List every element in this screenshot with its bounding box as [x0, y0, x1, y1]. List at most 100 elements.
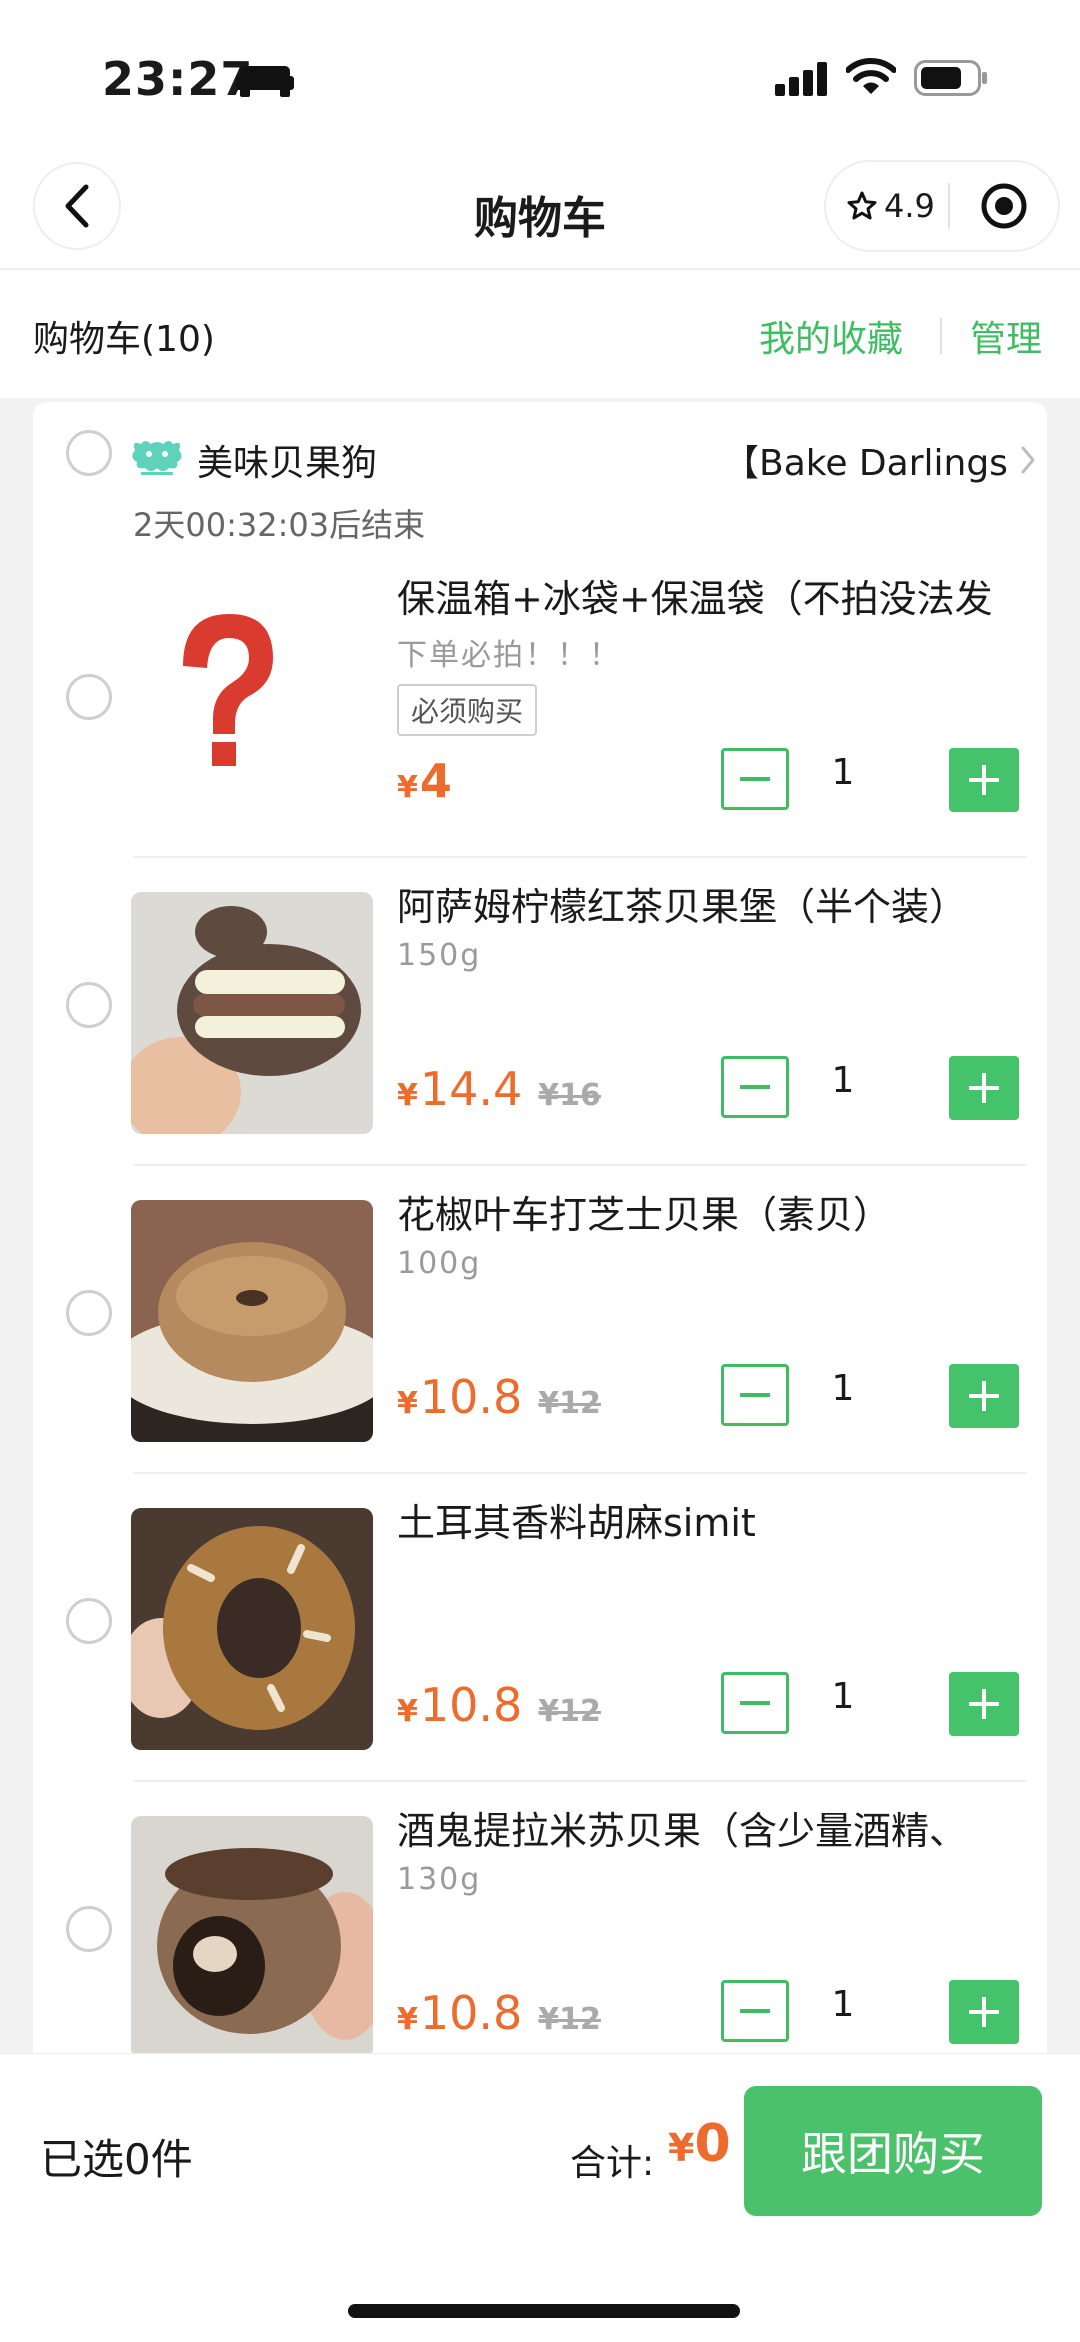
shop-logo [132, 441, 182, 475]
increase-button[interactable] [949, 1364, 1019, 1428]
currency-symbol: ¥ [397, 1694, 418, 1729]
item-checkbox[interactable] [66, 1906, 112, 1952]
quantity-value[interactable]: 1 [813, 752, 873, 793]
cart-item: 花椒叶车打芝士贝果（素贝） 100g ¥ 10.8 ¥12 1 [33, 1166, 1047, 1474]
price-value: 14.4 [419, 1062, 523, 1116]
checkout-bar: 已选0件 合计: ¥ 0 跟团购买 [0, 2053, 1080, 2342]
item-price: ¥ 10.8 ¥12 [397, 1370, 601, 1424]
bagel-plate-photo [131, 1200, 373, 1442]
item-title[interactable]: 保温箱+冰袋+保温袋（不拍没法发 [397, 568, 1047, 623]
selected-count: 已选0件 [40, 2135, 193, 2184]
minus-icon [740, 1085, 770, 1089]
total-label: 合计: [570, 2143, 655, 2184]
item-image[interactable] [131, 1816, 373, 2058]
original-price: ¥16 [538, 1078, 601, 1113]
wifi-icon [846, 58, 896, 94]
increase-button[interactable] [949, 748, 1019, 812]
rating-value: 4.9 [884, 187, 935, 225]
item-checkbox[interactable] [66, 982, 112, 1028]
item-image[interactable] [131, 892, 373, 1134]
currency-symbol: ¥ [397, 1386, 418, 1421]
minus-icon [740, 1393, 770, 1397]
nav-bar: 购物车 4.9 [0, 150, 1080, 270]
tiramisu-bagel-photo [131, 1816, 373, 2058]
quantity-value[interactable]: 1 [813, 1984, 873, 2025]
decrease-button[interactable] [721, 748, 789, 810]
price-value: 10.8 [419, 1986, 523, 2040]
decrease-button[interactable] [721, 1672, 789, 1734]
original-price: ¥12 [538, 1694, 601, 1729]
my-favorites-link[interactable]: 我的收藏 [759, 310, 903, 362]
increase-button[interactable] [949, 1980, 1019, 2044]
total-price: ¥ 0 [668, 2114, 731, 2174]
shop-link[interactable]: 【Bake Darlings [723, 434, 1036, 486]
item-checkbox[interactable] [66, 1290, 112, 1336]
shop-link-label: 【Bake Darlings [723, 443, 1008, 484]
chevron-right-icon [1021, 446, 1035, 474]
item-subtitle: 100g [397, 1246, 482, 1281]
total-value: 0 [694, 2114, 731, 2174]
cart-count-label: 购物车(10) [33, 319, 215, 360]
battery-icon [914, 60, 987, 96]
rating-button[interactable]: 4.9 [826, 162, 948, 250]
price-value: 4 [419, 754, 452, 808]
header-divider [940, 318, 942, 354]
currency-symbol: ¥ [668, 2126, 695, 2170]
item-title[interactable]: 阿萨姆柠檬红茶贝果堡（半个装） [397, 876, 1047, 931]
increase-button[interactable] [949, 1056, 1019, 1120]
item-image[interactable] [131, 1508, 373, 1750]
quantity-value[interactable]: 1 [813, 1060, 873, 1101]
decrease-button[interactable] [721, 1056, 789, 1118]
signal-icon [775, 62, 827, 96]
close-mini-program-button[interactable] [950, 162, 1058, 250]
plus-icon [969, 765, 999, 795]
price-value: 10.8 [419, 1678, 523, 1732]
simit-photo [131, 1508, 373, 1750]
price-value: 10.8 [419, 1370, 523, 1424]
decrease-button[interactable] [721, 1980, 789, 2042]
group-buy-button[interactable]: 跟团购买 [744, 2086, 1042, 2216]
currency-symbol: ¥ [397, 2002, 418, 2037]
item-image[interactable] [131, 1200, 373, 1442]
item-subtitle: 下单必拍！！！ [397, 638, 621, 673]
item-price: ¥ 14.4 ¥16 [397, 1062, 601, 1116]
cart-item: 土耳其香料胡麻simit ¥ 10.8 ¥12 1 [33, 1474, 1047, 1782]
minus-icon [740, 2009, 770, 2013]
item-title[interactable]: 土耳其香料胡麻simit [397, 1492, 1047, 1547]
currency-symbol: ¥ [397, 1078, 418, 1113]
status-bar: 23:27 [0, 0, 1080, 150]
item-price: ¥ 10.8 ¥12 [397, 1678, 601, 1732]
item-checkbox[interactable] [66, 674, 112, 720]
item-price: ¥ 10.8 ¥12 [397, 1986, 601, 2040]
quantity-value[interactable]: 1 [813, 1676, 873, 1717]
item-checkbox[interactable] [66, 1598, 112, 1644]
question-mark-icon [183, 614, 273, 766]
plus-icon [969, 1997, 999, 2027]
shop-name: 美味贝果狗 [197, 443, 378, 484]
must-buy-tag: 必须购买 [397, 684, 538, 736]
target-icon [981, 183, 1027, 229]
manage-link[interactable]: 管理 [970, 310, 1042, 362]
shop-card: 美味贝果狗 【Bake Darlings 2天00:32:03后结束 保温箱+冰… [33, 402, 1047, 2082]
plus-icon [969, 1381, 999, 1411]
mini-program-capsule: 4.9 [824, 160, 1060, 252]
item-subtitle: 150g [397, 938, 482, 973]
cart-item: 酒鬼提拉米苏贝果（含少量酒精、 130g ¥ 10.8 ¥12 1 [33, 1782, 1047, 2082]
item-subtitle: 130g [397, 1862, 482, 1897]
item-price: ¥ 4 [397, 754, 452, 808]
decrease-button[interactable] [721, 1364, 789, 1426]
cart-item: 保温箱+冰袋+保温袋（不拍没法发 下单必拍！！！ 必须购买 ¥ 4 1 [33, 550, 1047, 858]
bagel-sandwich-photo [131, 892, 373, 1134]
minus-icon [740, 1701, 770, 1705]
quantity-value[interactable]: 1 [813, 1368, 873, 1409]
star-icon [847, 191, 877, 220]
shop-checkbox[interactable] [66, 430, 112, 476]
item-image[interactable] [131, 584, 373, 826]
increase-button[interactable] [949, 1672, 1019, 1736]
group-countdown: 2天00:32:03后结束 [133, 506, 426, 544]
item-title[interactable]: 花椒叶车打芝士贝果（素贝） [397, 1184, 1047, 1239]
status-time: 23:27 [102, 52, 254, 106]
plus-icon [969, 1689, 999, 1719]
original-price: ¥12 [538, 1386, 601, 1421]
item-title[interactable]: 酒鬼提拉米苏贝果（含少量酒精、 [397, 1800, 1047, 1855]
